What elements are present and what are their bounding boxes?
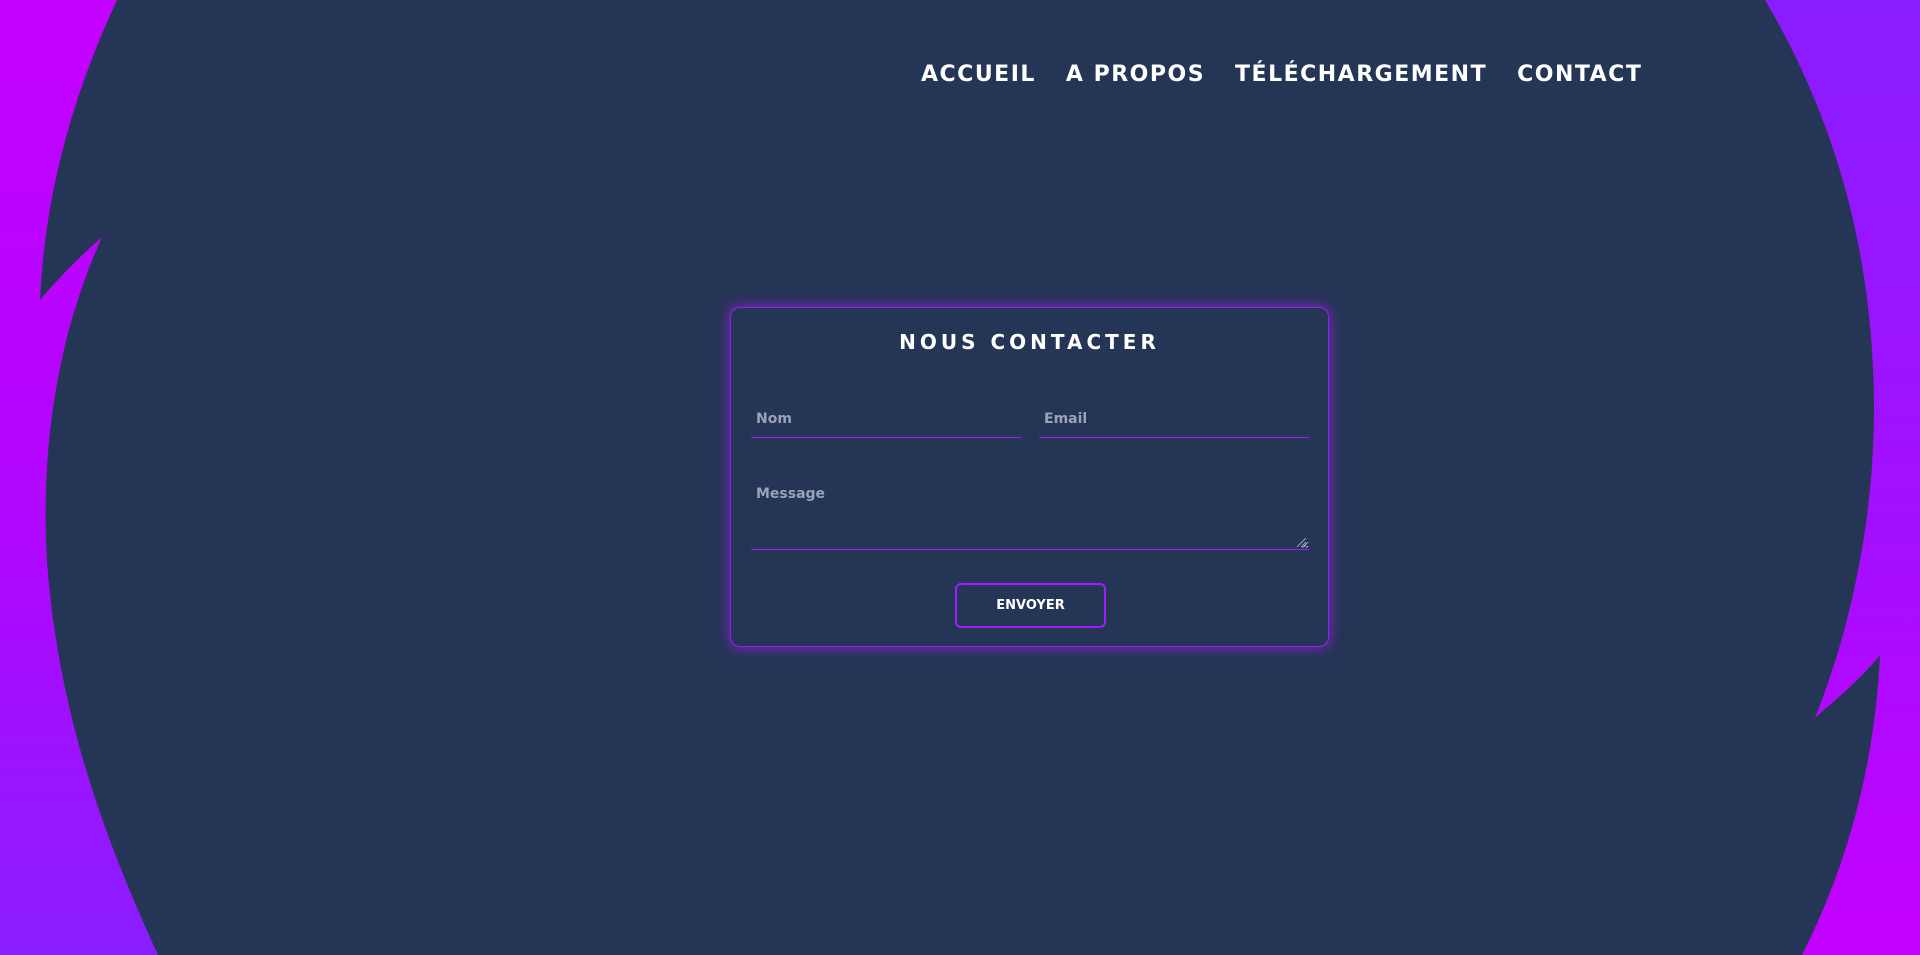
name-input[interactable] (751, 400, 1021, 438)
nav-link-accueil[interactable]: ACCUEIL (921, 60, 1036, 90)
nav-link-a-propos[interactable]: A PROPOS (1066, 60, 1205, 90)
submit-button[interactable]: ENVOYER (955, 583, 1106, 628)
email-input[interactable] (1039, 400, 1309, 438)
right-flame-shape (1765, 0, 1920, 955)
message-textarea[interactable] (751, 476, 1309, 550)
nav-link-telechargement[interactable]: TÉLÉCHARGEMENT (1235, 60, 1487, 90)
nav-link-contact[interactable]: CONTACT (1517, 60, 1642, 90)
contact-form-card: NOUS CONTACTER ENVOYER (730, 307, 1329, 647)
main-nav: ACCUEIL A PROPOS TÉLÉCHARGEMENT CONTACT (921, 60, 1642, 90)
left-flame-shape (0, 0, 158, 955)
contact-form-title: NOUS CONTACTER (899, 330, 1160, 354)
